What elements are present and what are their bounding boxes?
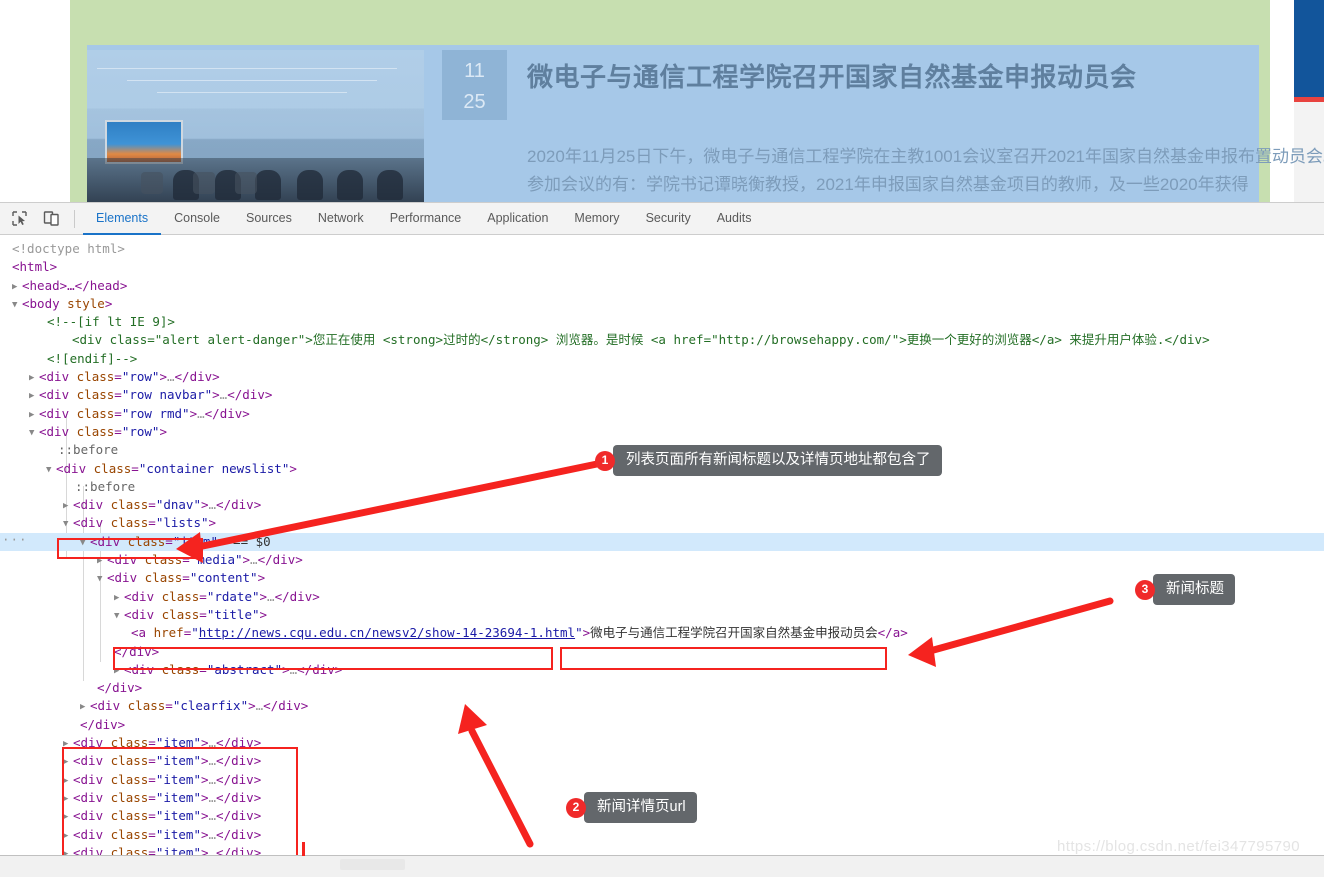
scrollbar-red-tick — [302, 842, 305, 856]
annotation-text-1: 列表页面所有新闻标题以及详情页地址都包含了 — [613, 445, 942, 476]
news-date-month: 11 — [442, 56, 507, 87]
annotation-text-2: 新闻详情页url — [584, 792, 697, 823]
news-thumbnail[interactable] — [87, 50, 424, 202]
watermark-text: https://blog.csdn.net/fei347795790 — [1057, 838, 1300, 855]
toolbar-divider — [74, 210, 75, 228]
page-scrollbar-thumb[interactable] — [1294, 0, 1324, 97]
news-title-link[interactable]: 微电子与通信工程学院召开国家自然基金申报动员会 — [527, 57, 1137, 94]
tab-network[interactable]: Network — [305, 203, 377, 235]
news-list-item-highlighted[interactable]: 11 25 微电子与通信工程学院召开国家自然基金申报动员会 2020年11月25… — [87, 45, 1259, 202]
annotation-number-2: 2 — [566, 798, 586, 818]
tab-elements[interactable]: Elements — [83, 203, 161, 235]
dom-line-dnav[interactable]: <div class="dnav">…</div> — [0, 496, 1324, 514]
annotation-callout-3: 3 新闻标题 — [1135, 574, 1235, 605]
dom-line-title[interactable]: <div class="title"> — [0, 606, 1324, 624]
dom-line-anchor[interactable]: <a href="http://news.cqu.edu.cn/newsv2/s… — [0, 624, 1324, 642]
annotation-callout-2: 2 新闻详情页url — [566, 792, 697, 823]
annotation-number-1: 1 — [595, 451, 615, 471]
news-abstract: 2020年11月25日下午，微电子与通信工程学院在主教1001会议室召开2021… — [527, 143, 1324, 199]
dom-line-clearfix[interactable]: <div class="clearfix">…</div> — [0, 697, 1324, 715]
inspect-element-icon[interactable] — [6, 206, 32, 232]
dom-line-content[interactable]: <div class="content"> — [0, 569, 1324, 587]
dom-line-collapsed-item[interactable]: <div class="item">…</div> — [0, 752, 1324, 770]
tab-sources[interactable]: Sources — [233, 203, 305, 235]
dom-line-collapsed-item[interactable]: <div class="item">…</div> — [0, 734, 1324, 752]
rendered-webpage-region: 11 25 微电子与通信工程学院召开国家自然基金申报动员会 2020年11月25… — [0, 0, 1324, 202]
dom-line-doctype[interactable]: <!doctype html> — [0, 240, 1324, 258]
annotation-text-3: 新闻标题 — [1153, 574, 1235, 605]
dom-line-item-selected[interactable]: <div class="item"> == $0 — [0, 533, 1324, 551]
dom-line-collapsed-item[interactable]: <div class="item">…</div> — [0, 771, 1324, 789]
dom-line-html[interactable]: <html> — [0, 258, 1324, 276]
tab-security[interactable]: Security — [633, 203, 704, 235]
dom-line-cond-close[interactable]: <![endif]--> — [0, 350, 1324, 368]
tab-performance[interactable]: Performance — [377, 203, 475, 235]
annotation-number-3: 3 — [1135, 580, 1155, 600]
devtools-horizontal-scrollbar[interactable] — [0, 855, 1324, 877]
dom-line-row-navbar[interactable]: <div class="row navbar">…</div> — [0, 386, 1324, 404]
dom-line-cond-open[interactable]: <!--[if lt IE 9]> — [0, 313, 1324, 331]
tab-application[interactable]: Application — [474, 203, 561, 235]
tab-console[interactable]: Console — [161, 203, 233, 235]
devtools-tab-bar: Elements Console Sources Network Perform… — [83, 203, 764, 235]
page-left-gutter — [0, 0, 70, 202]
page-scrollbar-red-marker — [1294, 97, 1324, 102]
dom-tree-pane[interactable]: <!doctype html> <html> <head>…</head> <b… — [0, 236, 1324, 856]
anchor-href-value[interactable]: http://news.cqu.edu.cn/newsv2/show-14-23… — [199, 625, 575, 640]
dom-line-abstract[interactable]: <div class="abstract">…</div> — [0, 661, 1324, 679]
tab-audits[interactable]: Audits — [704, 203, 765, 235]
anchor-text-value: 微电子与通信工程学院召开国家自然基金申报动员会 — [590, 625, 878, 640]
dom-line-row-1[interactable]: <div class="row">…</div> — [0, 368, 1324, 386]
dom-line-row-rmd[interactable]: <div class="row rmd">…</div> — [0, 405, 1324, 423]
dom-line-title-close[interactable]: </div> — [0, 643, 1324, 661]
devtools-toolbar: Elements Console Sources Network Perform… — [0, 203, 1324, 235]
news-date-day: 25 — [442, 87, 507, 118]
dom-line-head[interactable]: <head>…</head> — [0, 277, 1324, 295]
dom-line-media[interactable]: <div class="media">…</div> — [0, 551, 1324, 569]
device-toolbar-icon[interactable] — [38, 206, 64, 232]
horizontal-scrollbar-thumb[interactable] — [340, 859, 405, 870]
devtools-panel: Elements Console Sources Network Perform… — [0, 202, 1324, 877]
dom-line-rdate[interactable]: <div class="rdate">…</div> — [0, 588, 1324, 606]
tab-memory[interactable]: Memory — [561, 203, 632, 235]
dom-line-row-open[interactable]: <div class="row"> — [0, 423, 1324, 441]
dom-line-content-close[interactable]: </div> — [0, 679, 1324, 697]
dom-line-alert[interactable]: <div class="alert alert-danger">您正在使用 <s… — [0, 331, 1324, 349]
annotation-callout-1: 1 列表页面所有新闻标题以及详情页地址都包含了 — [595, 445, 942, 476]
dom-line-lists[interactable]: <div class="lists"> — [0, 514, 1324, 532]
conference-room-photo — [87, 50, 424, 202]
dom-line-item-close[interactable]: </div> — [0, 716, 1324, 734]
dom-line-body[interactable]: <body style> — [0, 295, 1324, 313]
news-date-badge: 11 25 — [442, 50, 507, 120]
dom-line-before-2[interactable]: ::before — [0, 478, 1324, 496]
